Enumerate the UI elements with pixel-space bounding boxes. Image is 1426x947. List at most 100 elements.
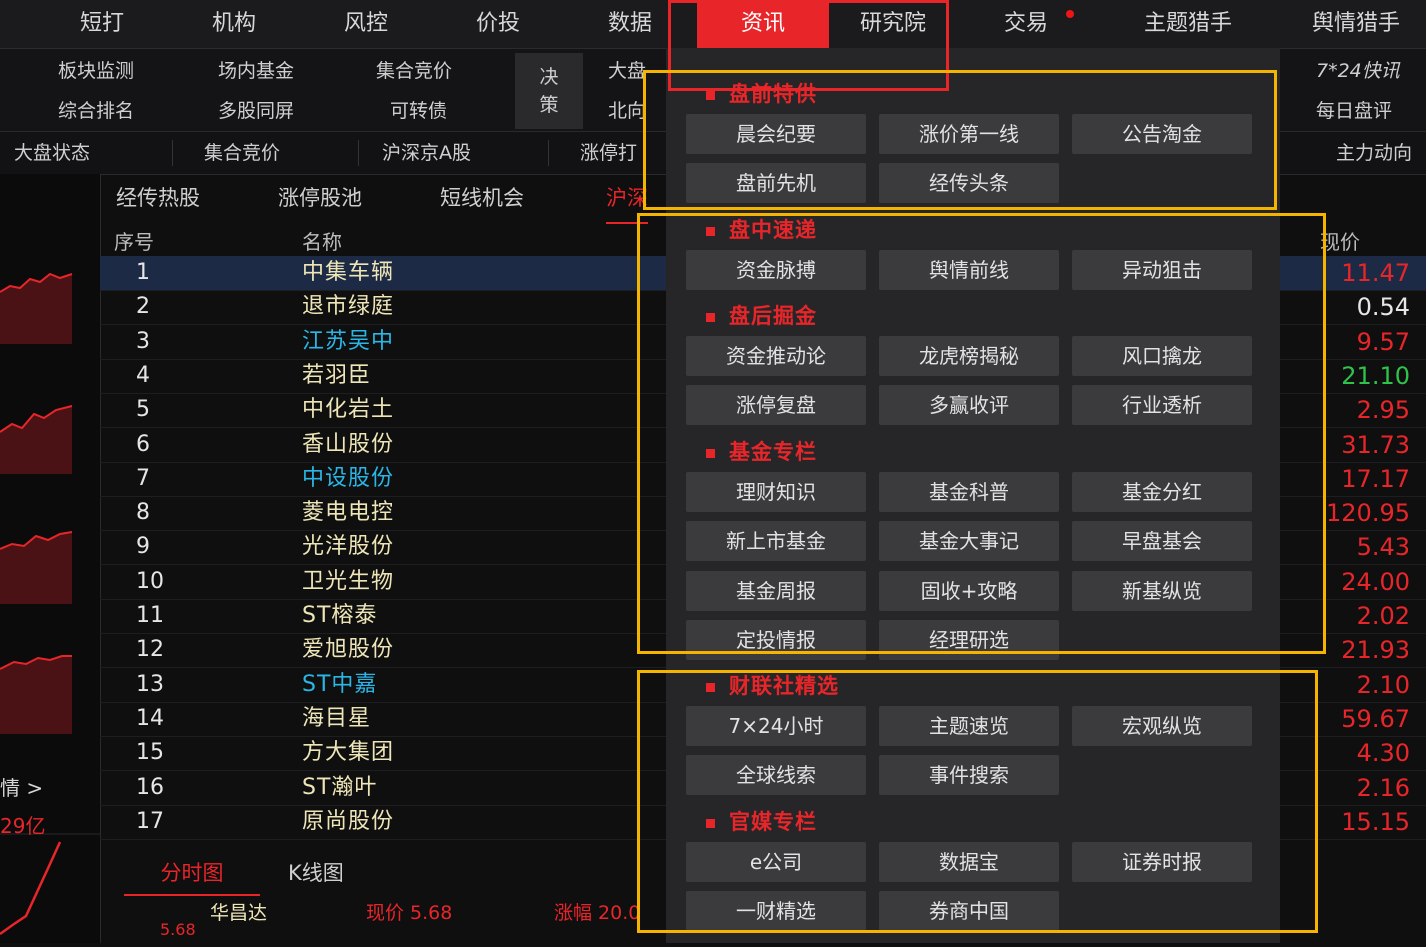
sub-item-zonghe-paiming[interactable]: 综合排名 <box>58 91 134 131</box>
row-stock-name[interactable]: 中化岩土 <box>302 393 394 427</box>
mini-chart-3 <box>0 531 73 604</box>
menu-button[interactable]: 基金分红 <box>1072 472 1252 512</box>
tab-kxiantu[interactable]: K线图 <box>288 852 344 894</box>
row-index: 17 <box>136 808 164 834</box>
row-price: 0.54 <box>1356 293 1410 322</box>
row-stock-name[interactable]: 菱电电控 <box>302 496 394 530</box>
menu-button[interactable]: 新基纵览 <box>1072 570 1252 611</box>
header-price[interactable]: 现价 <box>1320 226 1360 255</box>
menu-button[interactable]: 理财知识 <box>686 472 866 512</box>
tab-duanxian-jihui[interactable]: 短线机会 <box>440 174 524 222</box>
menu-button[interactable]: 资金脉搏 <box>686 250 866 290</box>
menu-button[interactable]: 龙虎榜揭秘 <box>879 336 1059 376</box>
menu-button[interactable]: 经传头条 <box>879 163 1059 204</box>
tab-fenshitu[interactable]: 分时图 <box>124 852 260 896</box>
row-stock-name[interactable]: 卫光生物 <box>302 565 394 599</box>
row-stock-name[interactable]: 江苏吴中 <box>302 325 394 359</box>
tab-zhangting[interactable]: 涨停打 <box>580 132 637 174</box>
juece-button[interactable]: 决策 <box>515 53 583 129</box>
menu-button[interactable]: e公司 <box>686 842 866 882</box>
tab-jingchuan-regu[interactable]: 经传热股 <box>116 174 200 222</box>
menu-button[interactable]: 晨会纪要 <box>686 114 866 154</box>
row-stock-name[interactable]: 若羽臣 <box>302 359 371 393</box>
nav-item-yuqing-lieshou[interactable]: 舆情猎手 <box>1312 0 1426 48</box>
tab-dapan-zhuangtai[interactable]: 大盘状态 <box>14 132 90 174</box>
sub-item-beixiang[interactable]: 北向 <box>608 91 646 131</box>
menu-button[interactable]: 基金周报 <box>686 570 866 611</box>
row-stock-name[interactable]: 原尚股份 <box>302 805 394 839</box>
row-stock-name[interactable]: 中设股份 <box>302 462 394 496</box>
menu-button[interactable]: 风口擒龙 <box>1072 336 1252 376</box>
quote-stock-name: 华昌达 <box>210 902 268 924</box>
tab-jihe-jingjia[interactable]: 集合竞价 <box>204 132 280 174</box>
menu-button[interactable]: 证券时报 <box>1072 842 1252 882</box>
menu-button[interactable]: 基金大事记 <box>879 521 1059 562</box>
menu-button[interactable]: 一财精选 <box>686 891 866 932</box>
nav-item-yanjiuyuan[interactable]: 研究院 <box>838 0 948 48</box>
nav-item-jiatou[interactable]: 价投 <box>460 0 536 48</box>
sub-item-kuaixun[interactable]: 7*24快讯 <box>1316 51 1400 91</box>
menu-button[interactable]: 涨价第一线 <box>879 114 1059 154</box>
row-price: 2.10 <box>1356 670 1410 699</box>
tab-hushenjing-a[interactable]: 沪深京A股 <box>382 132 471 174</box>
menu-button[interactable]: 新上市基金 <box>686 521 866 562</box>
menu-button[interactable]: 固收+攻略 <box>879 570 1059 611</box>
menu-button[interactable]: 行业透析 <box>1072 385 1252 426</box>
tab-zhuli-dongxiang[interactable]: 主力动向 <box>1336 132 1412 174</box>
menu-section-title: 基金专栏 <box>706 436 817 466</box>
menu-button[interactable]: 公告淘金 <box>1072 114 1252 154</box>
menu-button[interactable]: 7×24小时 <box>686 706 866 746</box>
nav-item-zhuti-lieshou[interactable]: 主题猎手 <box>1118 0 1258 48</box>
row-stock-name[interactable]: 爱旭股份 <box>302 633 394 667</box>
section-bullet-icon <box>706 682 715 692</box>
row-price: 2.02 <box>1356 602 1410 630</box>
row-stock-name[interactable]: 中集车辆 <box>302 256 394 290</box>
menu-button[interactable]: 异动狙击 <box>1072 250 1252 290</box>
header-index[interactable]: 序号 <box>114 226 154 255</box>
row-stock-name[interactable]: ST中嘉 <box>302 668 377 702</box>
nav-item-zixun[interactable]: 资讯 <box>697 0 829 48</box>
row-stock-name[interactable]: ST瀚叶 <box>302 771 377 805</box>
row-stock-name[interactable]: 退市绿庭 <box>302 290 394 324</box>
menu-button[interactable]: 定投情报 <box>686 620 866 661</box>
menu-button[interactable]: 涨停复盘 <box>686 385 866 426</box>
menu-button[interactable]: 资金推动论 <box>686 336 866 376</box>
menu-button[interactable]: 主题速览 <box>879 706 1059 746</box>
sub-item-kezhuanzhai[interactable]: 可转债 <box>390 91 447 131</box>
header-name[interactable]: 名称 <box>302 226 342 255</box>
nav-item-jigou[interactable]: 机构 <box>196 0 272 48</box>
row-price: 59.67 <box>1341 704 1410 733</box>
row-stock-name[interactable]: 方大集团 <box>302 736 394 770</box>
nav-item-shuju[interactable]: 数据 <box>592 0 668 48</box>
sub-item-duogu-tongping[interactable]: 多股同屏 <box>218 91 294 131</box>
sub-item-dapan[interactable]: 大盘 <box>608 51 646 91</box>
menu-button[interactable]: 盘前先机 <box>686 163 866 204</box>
menu-button[interactable]: 事件搜索 <box>879 755 1059 796</box>
menu-button[interactable]: 基金科普 <box>879 472 1059 512</box>
menu-button[interactable]: 全球线索 <box>686 755 866 796</box>
sub-item-meiri-panping[interactable]: 每日盘评 <box>1316 91 1392 131</box>
menu-button[interactable]: 经理研选 <box>879 620 1059 661</box>
sub-item-bankuai-jiance[interactable]: 板块监测 <box>58 51 134 91</box>
left-panel-link[interactable]: 情 > <box>0 772 43 801</box>
row-stock-name[interactable]: 海目星 <box>302 702 371 736</box>
row-stock-name[interactable]: 光洋股份 <box>302 530 394 564</box>
sub-item-changnei-jijin[interactable]: 场内基金 <box>218 51 294 91</box>
row-index: 6 <box>136 431 150 457</box>
nav-item-jiaoyi[interactable]: 交易 <box>988 0 1064 48</box>
row-stock-name[interactable]: 香山股份 <box>302 428 394 462</box>
row-index: 16 <box>136 774 164 800</box>
row-stock-name[interactable]: ST榕泰 <box>302 599 377 633</box>
nav-item-duanda[interactable]: 短打 <box>64 0 140 48</box>
menu-button[interactable]: 宏观纵览 <box>1072 706 1252 746</box>
menu-button[interactable]: 数据宝 <box>879 842 1059 882</box>
nav-item-fengkong[interactable]: 风控 <box>328 0 404 48</box>
menu-button[interactable]: 多赢收评 <box>879 385 1059 426</box>
section-bullet-icon <box>706 312 715 322</box>
menu-button[interactable]: 舆情前线 <box>879 250 1059 290</box>
menu-button[interactable]: 券商中国 <box>879 891 1059 932</box>
tab-zhangting-guchi[interactable]: 涨停股池 <box>278 174 362 222</box>
tab-hushen[interactable]: 沪深 <box>606 174 648 224</box>
menu-button[interactable]: 早盘基会 <box>1072 521 1252 562</box>
sub-item-jihe-jingjia[interactable]: 集合竞价 <box>376 51 452 91</box>
